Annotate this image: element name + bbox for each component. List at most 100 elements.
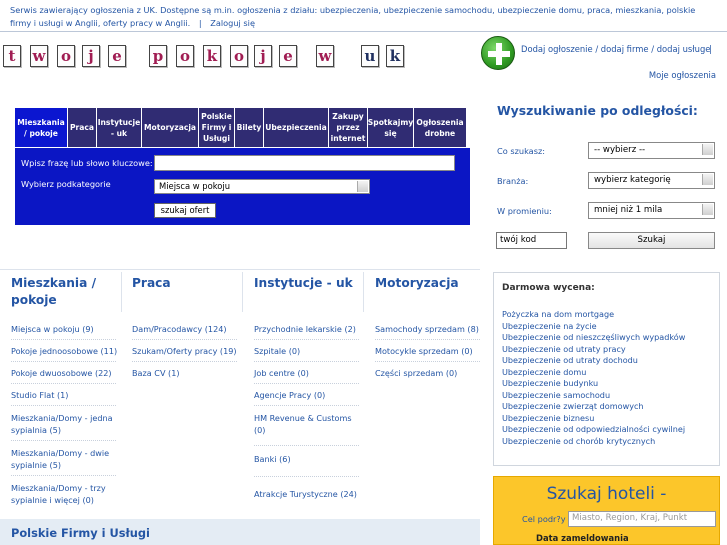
distance-search-button[interactable]: Szukaj (588, 232, 715, 249)
list-item[interactable]: Motocykle sprzedam (0) (375, 345, 473, 357)
nav-label: Praca (69, 123, 95, 132)
free-quote-list: Pożyczka na dom mortgage Ubezpieczenie n… (502, 309, 685, 447)
postcode-input[interactable]: twój kod (496, 232, 567, 249)
quote-link[interactable]: Ubezpieczenie od odpowiedzialności cywil… (502, 424, 685, 436)
nav-zakupy[interactable]: Zakupy przez internet (329, 108, 367, 147)
item-divider (254, 445, 359, 446)
add-ad-link[interactable]: Dodaj ogłoszenie / dodaj firme / dodaj u… (521, 44, 710, 54)
quote-link[interactable]: Ubezpieczenie biznesu (502, 413, 685, 425)
item-divider (11, 361, 116, 362)
nav-instytucje[interactable]: Instytucje - uk (97, 108, 141, 147)
what-select[interactable]: -- wybierz -- (588, 142, 715, 159)
nav-label: przez (336, 123, 360, 132)
destination-input[interactable]: Miasto, Region, Kraj, Punkt (568, 511, 716, 527)
quote-link[interactable]: Ubezpieczenie zwierząt domowych (502, 401, 685, 413)
list-item[interactable]: Banki (6) (254, 453, 291, 465)
quote-link[interactable]: Ubezpieczenie od utraty dochodu (502, 355, 685, 367)
nav-label: Spotkajmy (367, 117, 414, 127)
quote-link[interactable]: Ubezpieczenie od chorób krytycznych (502, 436, 685, 448)
item-divider (254, 339, 359, 340)
list-item[interactable]: Mieszkania/Domy - jedna sypialnia (5) (11, 412, 113, 436)
nav-label: Ogłoszenia (416, 117, 464, 127)
nav-label: Usługi (203, 134, 230, 143)
quote-link[interactable]: Ubezpieczenie od nieszczęśliwych wypadkó… (502, 332, 685, 344)
free-quote-title: Darmowa wycena: (502, 283, 595, 293)
column-heading-instytucje[interactable]: Instytucje - uk (254, 275, 353, 292)
branch-select[interactable]: wybierz kategorię (588, 172, 715, 189)
item-line: HM Revenue & Customs (254, 413, 352, 423)
quote-link[interactable]: Ubezpieczenie domu (502, 367, 685, 379)
logo-letter: j (82, 45, 100, 67)
item-line: (0) (254, 425, 266, 435)
what-label: Co szukasz: (497, 146, 546, 156)
dropdown-arrow-icon (702, 144, 713, 155)
quote-link[interactable]: Ubezpieczenie budynku (502, 378, 685, 390)
keyword-search-panel: Wpisz frazę lub słowo kluczowe: Wybierz … (15, 148, 470, 225)
list-item[interactable]: Samochody sprzedam (8) (375, 323, 479, 335)
nav-bilety[interactable]: Bilety (235, 108, 263, 147)
nav-label: Zakupy (332, 112, 364, 121)
top-intro-bar: Serwis zawierający ogłoszenia z UK. Dost… (0, 0, 727, 31)
list-item[interactable]: Szpitale (0) (254, 345, 300, 357)
nav-label: Instytucje (97, 117, 141, 127)
site-logo[interactable]: t w o j e p o k o j e w u k (3, 45, 413, 70)
quote-link[interactable]: Ubezpieczenie od utraty pracy (502, 344, 685, 356)
list-item[interactable]: Części sprzedam (0) (375, 367, 457, 379)
nav-label: Ubezpieczenia (265, 123, 327, 132)
firms-section-title[interactable]: Polskie Firmy i Usługi (11, 526, 150, 540)
radius-label: W promieniu: (497, 206, 552, 216)
nav-motoryzacja[interactable]: Motoryzacja (142, 108, 198, 147)
list-item[interactable]: Studio Flat (1) (11, 389, 68, 401)
list-item[interactable]: Atrakcje Turystyczne (24) (254, 488, 357, 500)
logo-letter: p (149, 45, 167, 67)
list-item[interactable]: HM Revenue & Customs (0) (254, 412, 352, 436)
list-item[interactable]: Przychodnie lekarskie (2) (254, 323, 356, 335)
dropdown-arrow-icon (702, 174, 713, 185)
add-ad-plus-icon[interactable] (481, 36, 515, 70)
list-item[interactable]: Pokoje dwuosobowe (22) (11, 367, 112, 379)
nav-mieszkania[interactable]: Mieszkania / pokoje (15, 108, 67, 147)
list-item[interactable]: Job centre (0) (254, 367, 309, 379)
keyword-label: Wpisz frazę lub słowo kluczowe: (21, 158, 153, 168)
nav-label: Firmy i (201, 123, 232, 132)
nav-polskie-firmy[interactable]: Polskie Firmy i Usługi (199, 108, 234, 147)
subcategory-value: Miejsca w pokoju (159, 181, 231, 191)
logo-letter: t (3, 45, 21, 67)
search-offers-button[interactable]: szukaj ofert (154, 203, 216, 218)
list-item[interactable]: Baza CV (1) (132, 367, 180, 379)
subcategory-select[interactable]: Miejsca w pokoju (154, 179, 370, 194)
list-item[interactable]: Agencje Pracy (0) (254, 389, 325, 401)
nav-spotkajmy[interactable]: Spotkajmy się (368, 108, 413, 147)
logo-letter: k (203, 45, 221, 67)
list-item[interactable]: Miejsca w pokoju (9) (11, 323, 94, 335)
nav-label: Bilety (236, 123, 262, 132)
nav-ogloszenia-drobne[interactable]: Ogłoszenia drobne (414, 108, 466, 147)
list-item[interactable]: Mieszkania/Domy - trzy sypialnie i więcej… (11, 482, 106, 506)
nav-praca[interactable]: Praca (68, 108, 96, 147)
list-item[interactable]: Mieszkania/Domy - dwie sypialnie (5) (11, 447, 109, 471)
item-divider (11, 405, 116, 406)
my-ads-link[interactable]: Moje ogłoszenia (649, 70, 716, 80)
list-item[interactable]: Szukam/Oferty pracy (19) (132, 345, 237, 357)
radius-select[interactable]: mniej niż 1 mila (588, 202, 715, 219)
quote-link[interactable]: Pożyczka na dom mortgage (502, 309, 685, 321)
quote-link[interactable]: Ubezpieczenie samochodu (502, 390, 685, 402)
quote-link[interactable]: Ubezpieczenie na życie (502, 321, 685, 333)
item-divider (132, 361, 237, 362)
logo-letter: o (176, 45, 194, 67)
keyword-input[interactable] (154, 155, 455, 171)
login-link[interactable]: Zaloguj się (210, 18, 255, 28)
branch-value: wybierz kategorię (594, 175, 671, 185)
column-heading-mieszkania[interactable]: Mieszkania / pokoje (11, 275, 96, 309)
nav-label: drobne (424, 128, 456, 138)
column-heading-praca[interactable]: Praca (132, 275, 171, 292)
column-separator (363, 272, 364, 312)
hotel-search-widget: Szukaj hoteli - Cel podr?y Miasto, Regio… (493, 476, 720, 545)
branch-label: Branża: (497, 176, 529, 186)
list-item[interactable]: Dam/Pracodawcy (124) (132, 323, 227, 335)
column-heading-motoryzacja[interactable]: Motoryzacja (375, 275, 459, 292)
radius-value: mniej niż 1 mila (594, 205, 663, 215)
nav-ubezpieczenia[interactable]: Ubezpieczenia (264, 108, 328, 147)
header-divider (0, 31, 727, 32)
list-item[interactable]: Pokoje jednoosobowe (11) (11, 345, 117, 357)
